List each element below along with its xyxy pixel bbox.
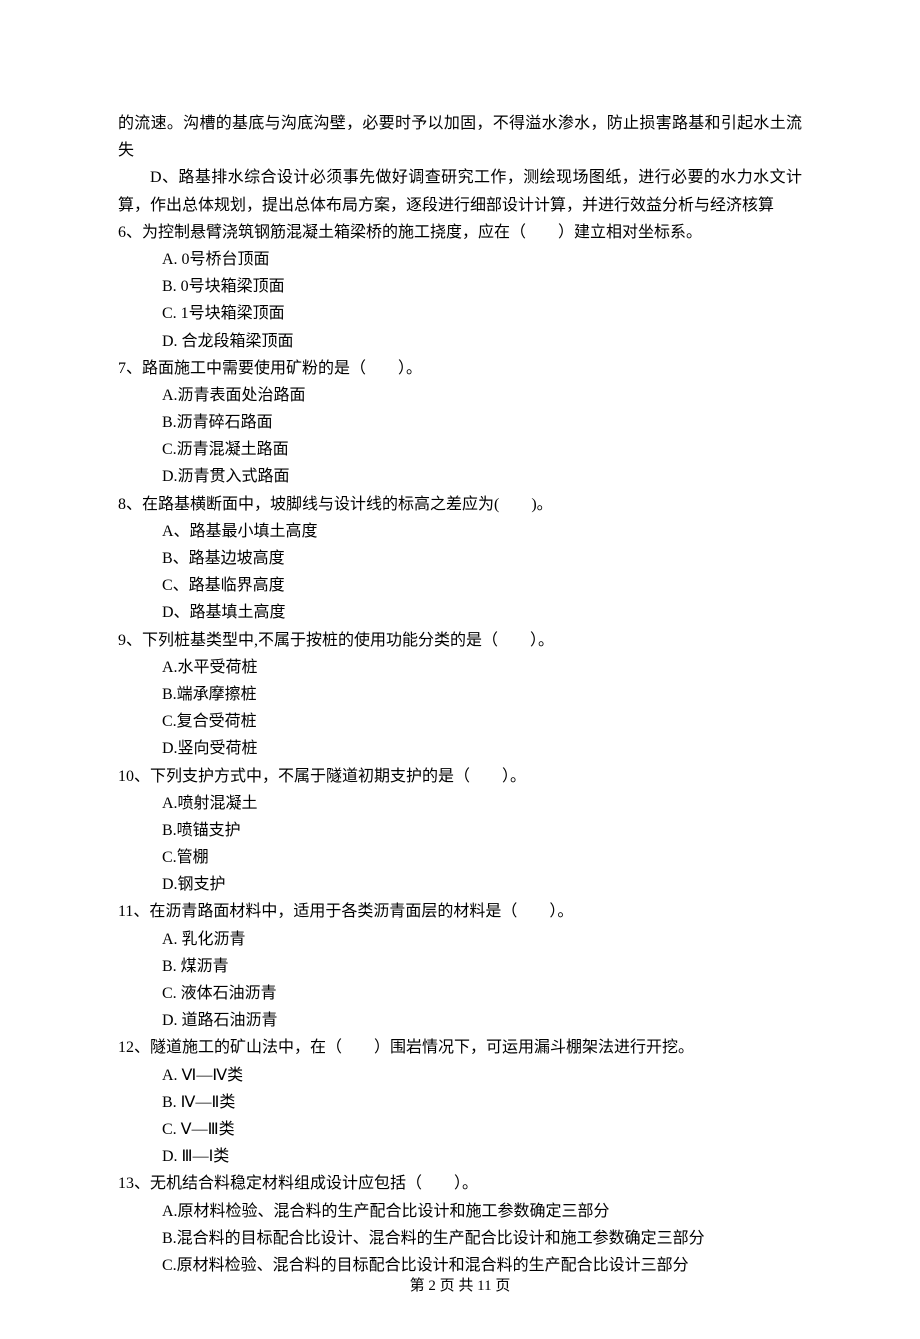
question-12-option-b: B. Ⅳ—Ⅱ类 bbox=[118, 1089, 802, 1116]
question-9-option-b: B.端承摩擦桩 bbox=[118, 681, 802, 708]
question-13-option-a: A.原材料检验、混合料的生产配合比设计和施工参数确定三部分 bbox=[118, 1198, 802, 1225]
question-6-option-c: C. 1号块箱梁顶面 bbox=[118, 300, 802, 327]
question-13-option-b: B.混合料的目标配合比设计、混合料的生产配合比设计和施工参数确定三部分 bbox=[118, 1225, 802, 1252]
question-8-option-b: B、路基边坡高度 bbox=[118, 545, 802, 572]
question-9-option-a: A.水平受荷桩 bbox=[118, 654, 802, 681]
continuation-text: 的流速。沟槽的基底与沟底沟壁，必要时予以加固，不得溢水渗水，防止损害路基和引起水… bbox=[118, 110, 802, 164]
question-12-option-c: C. Ⅴ—Ⅲ类 bbox=[118, 1116, 802, 1143]
question-7-option-d: D.沥青贯入式路面 bbox=[118, 463, 802, 490]
question-8-option-a: A、路基最小填土高度 bbox=[118, 518, 802, 545]
question-9-option-c: C.复合受荷桩 bbox=[118, 708, 802, 735]
question-8-option-c: C、路基临界高度 bbox=[118, 572, 802, 599]
question-11-option-c: C. 液体石油沥青 bbox=[118, 980, 802, 1007]
question-12-stem: 12、隧道施工的矿山法中，在（ ）围岩情况下，可运用漏斗棚架法进行开挖。 bbox=[118, 1034, 802, 1061]
question-10-option-c: C.管棚 bbox=[118, 844, 802, 871]
question-6-option-d: D. 合龙段箱梁顶面 bbox=[118, 328, 802, 355]
question-9-option-d: D.竖向受荷桩 bbox=[118, 735, 802, 762]
question-7-stem: 7、路面施工中需要使用矿粉的是（ ）。 bbox=[118, 355, 802, 382]
question-11-option-b: B. 煤沥青 bbox=[118, 953, 802, 980]
question-7-option-b: B.沥青碎石路面 bbox=[118, 409, 802, 436]
option-d-continuation: D、路基排水综合设计必须事先做好调查研究工作，测绘现场图纸，进行必要的水力水文计… bbox=[118, 164, 802, 218]
question-6-option-b: B. 0号块箱梁顶面 bbox=[118, 273, 802, 300]
question-11-option-a: A. 乳化沥青 bbox=[118, 926, 802, 953]
question-8-stem: 8、在路基横断面中，坡脚线与设计线的标高之差应为( )。 bbox=[118, 491, 802, 518]
question-11-stem: 11、在沥青路面材料中，适用于各类沥青面层的材料是（ ）。 bbox=[118, 898, 802, 925]
question-6-stem: 6、为控制悬臂浇筑钢筋混凝土箱梁桥的施工挠度，应在（ ）建立相对坐标系。 bbox=[118, 219, 802, 246]
question-12-option-a: A. Ⅵ—Ⅳ类 bbox=[118, 1062, 802, 1089]
question-13-stem: 13、无机结合料稳定材料组成设计应包括（ ）。 bbox=[118, 1170, 802, 1197]
question-10-option-a: A.喷射混凝土 bbox=[118, 790, 802, 817]
question-10-option-b: B.喷锚支护 bbox=[118, 817, 802, 844]
page-footer: 第 2 页 共 11 页 bbox=[0, 1274, 920, 1300]
question-6-option-a: A. 0号桥台顶面 bbox=[118, 246, 802, 273]
question-7-option-c: C.沥青混凝土路面 bbox=[118, 436, 802, 463]
question-12-option-d: D. Ⅲ—Ⅰ类 bbox=[118, 1143, 802, 1170]
question-10-stem: 10、下列支护方式中，不属于隧道初期支护的是（ ）。 bbox=[118, 763, 802, 790]
question-9-stem: 9、下列桩基类型中,不属于按桩的使用功能分类的是（ ）。 bbox=[118, 627, 802, 654]
question-8-option-d: D、路基填土高度 bbox=[118, 599, 802, 626]
question-11-option-d: D. 道路石油沥青 bbox=[118, 1007, 802, 1034]
question-7-option-a: A.沥青表面处治路面 bbox=[118, 382, 802, 409]
document-page: 的流速。沟槽的基底与沟底沟壁，必要时予以加固，不得溢水渗水，防止损害路基和引起水… bbox=[0, 0, 920, 1339]
question-10-option-d: D.钢支护 bbox=[118, 871, 802, 898]
